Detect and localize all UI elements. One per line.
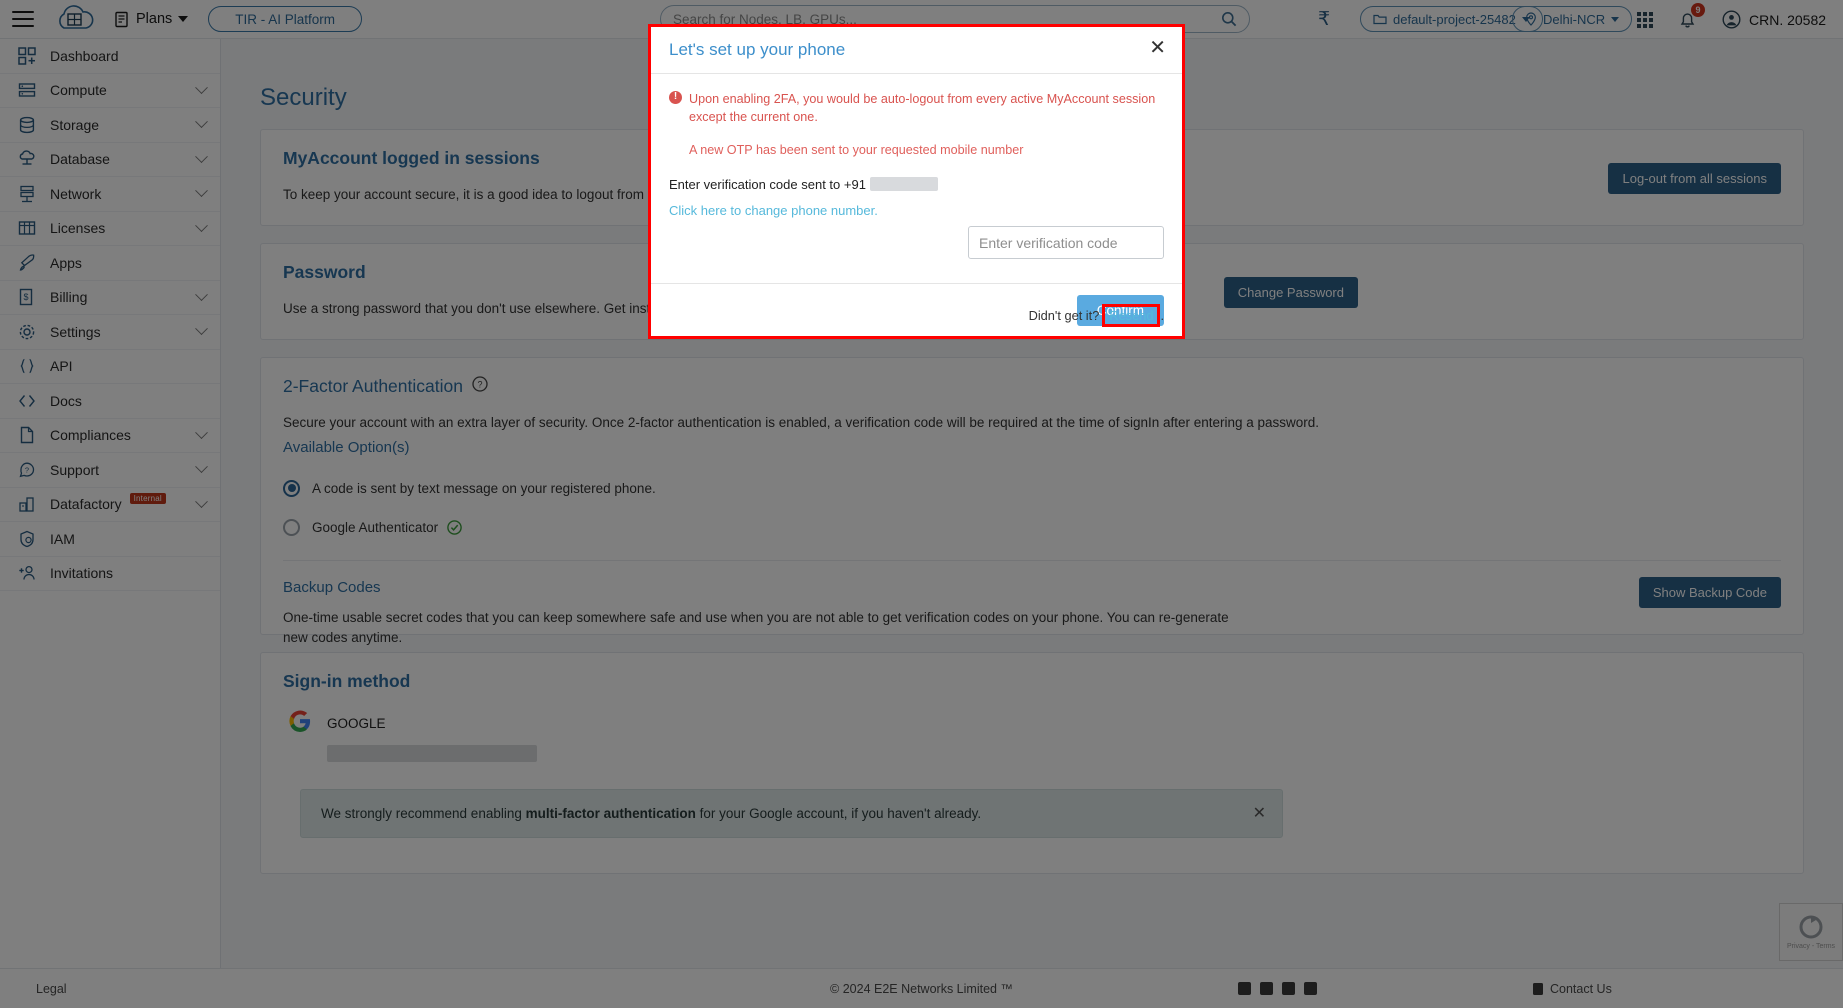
verification-row: Enter verification code sent to +91 Clic…: [669, 177, 1164, 220]
modal-title: Let's set up your phone: [669, 40, 846, 59]
otp-sent-message: A new OTP has been sent to your requeste…: [689, 142, 1024, 157]
phone-setup-modal: Let's set up your phone ✕ ! Upon enablin…: [651, 27, 1182, 336]
change-phone-number-link[interactable]: Click here to change phone number.: [669, 203, 878, 218]
close-icon[interactable]: ✕: [1149, 38, 1166, 58]
resend-highlight: Resend: [1102, 304, 1161, 327]
verification-label: Enter verification code sent to +91: [669, 176, 866, 192]
didnt-get-it-label: Didn't get it?: [1028, 308, 1100, 323]
redacted-phone-number: [869, 177, 938, 191]
resend-suffix: .: [1160, 308, 1164, 323]
twofa-warning: ! Upon enabling 2FA, you would be auto-l…: [669, 90, 1164, 127]
modal-body: ! Upon enabling 2FA, you would be auto-l…: [651, 74, 1182, 327]
phone-setup-modal-highlight: Let's set up your phone ✕ ! Upon enablin…: [648, 24, 1185, 339]
verification-code-input[interactable]: [968, 226, 1164, 259]
info-alert-icon: !: [669, 91, 682, 104]
modal-header: Let's set up your phone ✕: [651, 27, 1182, 74]
resend-row: Didn't get it? Resend.: [1029, 304, 1164, 327]
application-root: Plans TIR - AI Platform ₹ default-projec…: [0, 0, 1843, 1008]
warning-text: Upon enabling 2FA, you would be auto-log…: [689, 92, 1156, 125]
resend-link[interactable]: Resend: [1109, 308, 1153, 323]
